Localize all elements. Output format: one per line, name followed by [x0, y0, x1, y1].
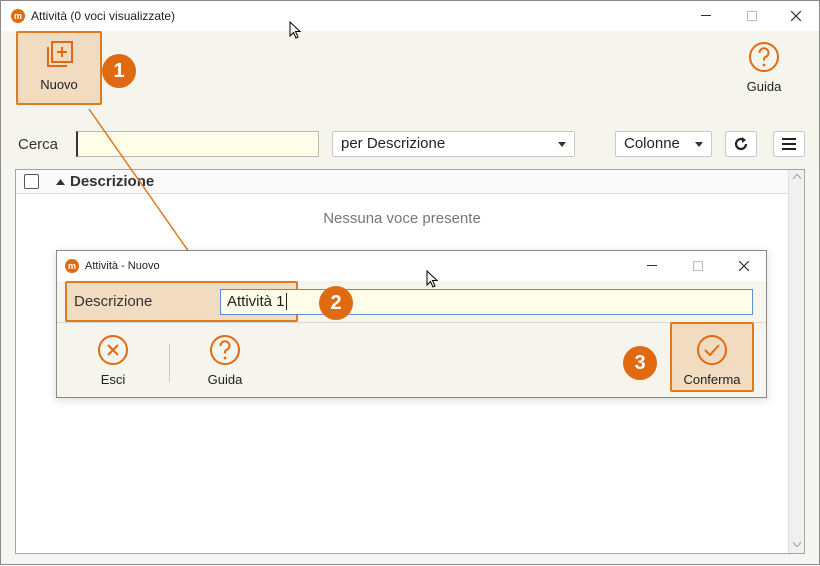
description-value: Attività 1: [227, 293, 285, 310]
main-window: m Attività (0 voci visualizzate) Nuovo 1: [0, 0, 820, 565]
new-activity-dialog: m Attività - Nuovo Descrizione Attività …: [56, 250, 767, 398]
toolbar-divider: [169, 344, 170, 382]
dialog-help-button[interactable]: Guida: [195, 334, 255, 387]
confirm-button-label: Conferma: [683, 372, 741, 387]
help-icon: [210, 335, 240, 365]
dialog-title-bar: m Attività - Nuovo: [57, 251, 766, 281]
check-circle-icon: [697, 335, 727, 365]
dialog-title: Attività - Nuovo: [85, 260, 160, 272]
description-input[interactable]: Attività 1: [220, 289, 753, 315]
dialog-close-button[interactable]: [721, 251, 767, 281]
dialog-toolbar: Esci Guida 3 Conferma: [57, 322, 766, 397]
mouse-cursor-icon: [426, 270, 438, 288]
exit-button-label: Esci: [100, 372, 126, 387]
step-badge-2: 2: [319, 286, 353, 320]
dialog-minimize-button[interactable]: [629, 251, 675, 281]
exit-button[interactable]: Esci: [83, 334, 143, 387]
confirm-button[interactable]: Conferma: [673, 334, 751, 387]
dialog-logo-icon: m: [65, 259, 79, 273]
dialog-form: Descrizione Attività 1 2: [57, 281, 766, 323]
description-label: Descrizione: [74, 293, 153, 310]
mouse-cursor-icon: [289, 21, 301, 39]
dialog-help-label: Guida: [207, 372, 243, 387]
close-circle-icon: [98, 335, 128, 365]
step-badge-3: 3: [623, 346, 657, 380]
dialog-maximize-button[interactable]: [675, 251, 721, 281]
